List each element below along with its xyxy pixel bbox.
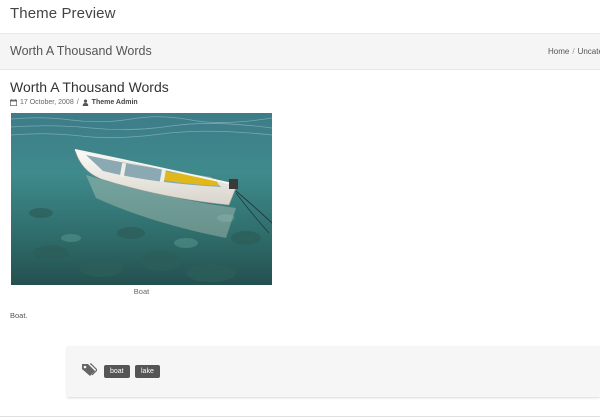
divider bbox=[0, 416, 600, 417]
tag-boat[interactable]: boat bbox=[104, 365, 130, 378]
user-icon bbox=[82, 99, 89, 106]
post-author[interactable]: Theme Admin bbox=[92, 99, 138, 106]
tags-box: boat lake bbox=[67, 346, 600, 397]
breadcrumb-separator: / bbox=[572, 47, 575, 56]
site-title[interactable]: Theme Preview bbox=[10, 5, 116, 22]
tags-icon bbox=[81, 363, 98, 382]
tag-lake[interactable]: lake bbox=[135, 365, 160, 378]
page-title-bar: Worth A Thousand Words Home/Uncate bbox=[0, 34, 600, 70]
post-body-text: Boat. bbox=[10, 311, 28, 320]
post-title[interactable]: Worth A Thousand Words bbox=[10, 79, 169, 95]
post-date[interactable]: 17 October, 2008 bbox=[20, 99, 74, 106]
site-header: Theme Preview bbox=[0, 0, 600, 34]
boat-photo-svg bbox=[11, 113, 272, 285]
boat-photo[interactable] bbox=[11, 113, 272, 285]
breadcrumb-current[interactable]: Uncate bbox=[578, 47, 600, 56]
breadcrumb-home-link[interactable]: Home bbox=[548, 47, 569, 56]
calendar-icon bbox=[10, 99, 17, 106]
meta-separator: / bbox=[76, 99, 79, 106]
page-title: Worth A Thousand Words bbox=[10, 44, 152, 58]
image-caption: Boat bbox=[133, 287, 150, 296]
post-meta: 17 October, 2008 / Theme Admin bbox=[10, 99, 138, 106]
breadcrumb: Home/Uncate bbox=[548, 47, 600, 56]
